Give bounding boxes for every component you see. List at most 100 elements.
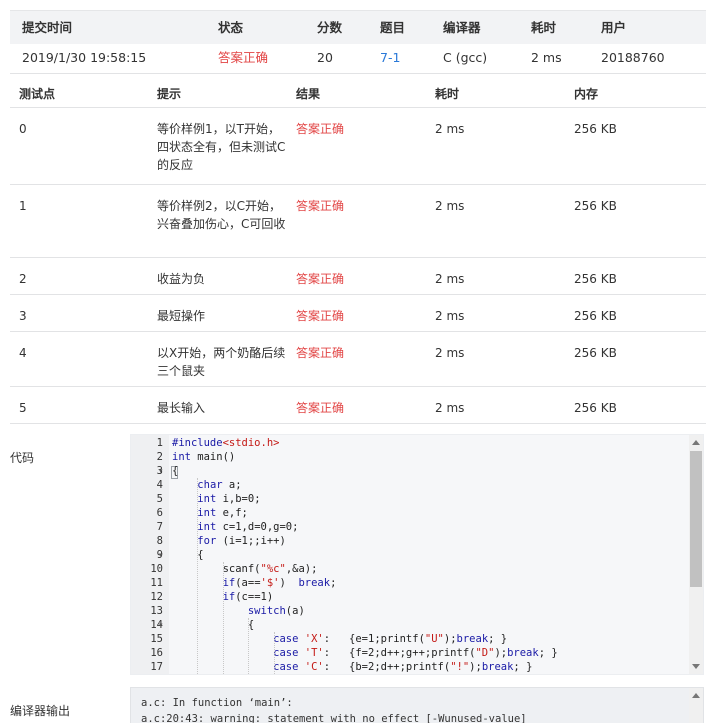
code-line: case 'T': {f=2;d++;g++;printf("D");break… [273,647,558,659]
case-id: 0 [19,122,27,136]
col-time: 耗时 [435,87,460,101]
compiler-output-label: 编译器输出 [10,704,71,718]
user-value: 20188760 [601,50,665,65]
case-result: 答案正确 [296,122,345,136]
elapsed-value: 2 ms [531,50,562,65]
line-number: 10 [150,563,163,575]
line-number: 6 [156,507,163,519]
case-time: 2 ms [435,122,465,136]
case-hint: 最短操作 [157,309,206,323]
output-line: a.c:20:43: warning: statement with no ef… [141,713,527,723]
case-time: 2 ms [435,346,465,360]
status-badge: 答案正确 [218,50,269,65]
table-row: 0 等价样例1，以T开始，四状态全有，但未测试C的反应 答案正确 2 ms 25… [10,108,706,185]
line-number: 2 [156,451,163,463]
case-time: 2 ms [435,309,465,323]
col-score: 分数 [317,20,343,35]
case-id: 2 [19,272,27,286]
submit-time: 2019/1/30 19:58:15 [22,50,147,65]
case-time: 2 ms [435,272,465,286]
col-status: 状态 [218,20,244,35]
line-number: 11 [150,577,163,589]
code-line: { [172,619,255,631]
line-gutter: 1 2 3 ▾ 4 5 6 7 8 9 ▾ 10 11 12 13 14 ▾ 15 16 17 [131,435,169,674]
case-id: 4 [19,346,27,360]
code-line: case 'C': {b=2;d++;printf("!");break; } [273,661,533,673]
table-row: 4 以X开始，两个奶酪后续三个鼠夹 答案正确 2 ms 256 KB [10,332,706,387]
col-elapsed: 耗时 [531,20,557,35]
col-user: 用户 [601,20,627,35]
line-number: 16 [150,647,163,659]
code-line: int i,b=0; [197,493,261,505]
case-result: 答案正确 [296,401,345,415]
table-row: 5 最长输入 答案正确 2 ms 256 KB [10,387,706,424]
code-editor[interactable]: 1 2 3 ▾ 4 5 6 7 8 9 ▾ 10 11 12 13 14 ▾ 15 16 17 #include<st… [130,434,704,675]
case-id: 1 [19,199,27,213]
code-line: int c=1,d=0,g=0; [197,521,299,533]
col-testcase: 测试点 [19,87,56,101]
case-hint: 等价样例1，以T开始，四状态全有，但未测试C的反应 [157,122,286,172]
col-compiler: 编译器 [443,20,481,35]
case-time: 2 ms [435,401,465,415]
table-row: 2 收益为负 答案正确 2 ms 256 KB [10,258,706,295]
line-number: 12 [150,591,163,603]
line-number: 13 [150,605,163,617]
line-number: 1 [156,437,163,449]
case-memory: 256 KB [574,309,617,323]
case-memory: 256 KB [574,272,617,286]
code-line: { [172,465,179,477]
case-time: 2 ms [435,199,465,213]
code-line: scanf("%c",&a); [172,563,318,575]
case-result: 答案正确 [296,309,345,323]
case-memory: 256 KB [574,346,617,360]
score-value: 20 [317,50,333,65]
case-memory: 256 KB [574,122,617,136]
case-hint: 最长输入 [157,401,206,415]
output-scrollbar[interactable] [689,688,703,723]
line-number: 8 [156,535,163,547]
code-label: 代码 [10,451,35,465]
code-line: int main() [172,451,236,463]
case-memory: 256 KB [574,401,617,415]
submission-header: 提交时间 状态 分数 题目 编译器 耗时 用户 [10,10,706,44]
case-result: 答案正确 [296,346,345,360]
indent-guide [273,632,275,674]
case-memory: 256 KB [574,199,617,213]
case-hint: 收益为负 [157,272,206,286]
line-number: 4 [156,479,163,491]
indent-guide [222,562,224,674]
case-hint: 以X开始，两个奶酪后续三个鼠夹 [157,346,286,378]
fold-toggle-icon[interactable]: ▾ [159,618,163,632]
problem-link[interactable]: 7-1 [380,44,400,72]
col-submit-time: 提交时间 [22,20,73,35]
compiler-value: C (gcc) [443,50,488,65]
scroll-up-icon[interactable] [692,693,700,698]
col-memory: 内存 [574,87,599,101]
col-problem: 题目 [380,20,406,35]
fold-toggle-icon[interactable]: ▾ [159,464,163,478]
case-hint: 等价样例2，以C开始，兴奋叠加伤心，C可回收 [157,199,286,231]
testcase-header: 测试点 提示 结果 耗时 内存 [10,80,706,108]
indent-guide [248,618,250,674]
line-number: 15 [150,633,163,645]
compiler-output[interactable]: a.c: In function ‘main’: a.c:20:43: warn… [130,687,704,723]
fold-toggle-icon[interactable]: ▾ [159,548,163,562]
line-number: 17 [150,661,163,673]
submission-row: 2019/1/30 19:58:15 答案正确 20 7-1 C (gcc) 2… [10,44,706,74]
case-result: 答案正确 [296,199,345,213]
code-scrollbar[interactable] [689,435,703,674]
scroll-down-icon[interactable] [692,664,700,669]
code-line: { [172,549,204,561]
code-line: switch(a) [247,605,305,617]
line-number: 5 [156,493,163,505]
indent-guide [197,478,199,674]
code-line: #include<stdio.h> [172,437,280,449]
scroll-up-icon[interactable] [692,440,700,445]
line-number: 7 [156,521,163,533]
case-id: 3 [19,309,27,323]
output-line: a.c: In function ‘main’: [141,697,293,709]
case-id: 5 [19,401,27,415]
col-result: 结果 [296,87,321,101]
scroll-thumb[interactable] [690,451,702,587]
table-row: 1 等价样例2，以C开始，兴奋叠加伤心，C可回收 答案正确 2 ms 256 K… [10,185,706,258]
